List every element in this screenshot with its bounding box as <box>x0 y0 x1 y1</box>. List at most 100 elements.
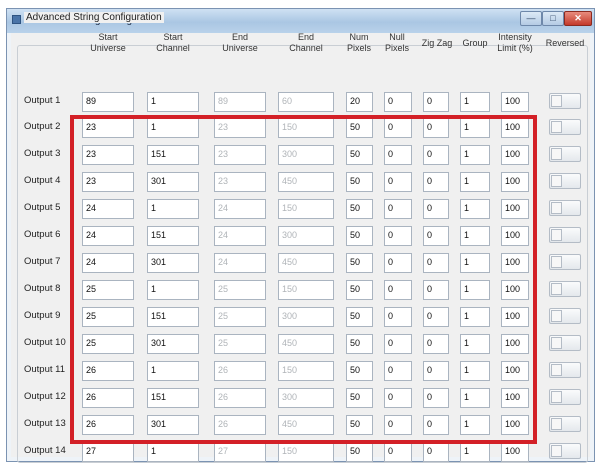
start-universe-field[interactable]: 26 <box>82 415 134 435</box>
end-channel-field[interactable]: 150 <box>278 442 334 462</box>
group-field[interactable]: 1 <box>460 172 490 192</box>
reversed-toggle[interactable] <box>549 119 581 135</box>
null-pixels-field[interactable]: 0 <box>384 199 412 219</box>
start-channel-field[interactable]: 151 <box>147 145 199 165</box>
group-field[interactable]: 1 <box>460 92 490 112</box>
zig-zag-field[interactable]: 0 <box>423 145 449 165</box>
group-field[interactable]: 1 <box>460 118 490 138</box>
intensity-limit-field[interactable]: 100 <box>501 388 529 408</box>
end-channel-field[interactable]: 450 <box>278 415 334 435</box>
start-channel-field[interactable]: 301 <box>147 415 199 435</box>
null-pixels-field[interactable]: 0 <box>384 415 412 435</box>
intensity-limit-field[interactable]: 100 <box>501 415 529 435</box>
zig-zag-field[interactable]: 0 <box>423 280 449 300</box>
start-channel-field[interactable]: 1 <box>147 361 199 381</box>
intensity-limit-field[interactable]: 100 <box>501 226 529 246</box>
null-pixels-field[interactable]: 0 <box>384 253 412 273</box>
zig-zag-field[interactable]: 0 <box>423 388 449 408</box>
num-pixels-field[interactable]: 50 <box>346 118 373 138</box>
group-field[interactable]: 1 <box>460 280 490 300</box>
reversed-toggle[interactable] <box>549 254 581 270</box>
reversed-toggle[interactable] <box>549 173 581 189</box>
end-channel-field[interactable]: 150 <box>278 280 334 300</box>
close-button[interactable]: ✕ <box>564 11 592 26</box>
group-field[interactable]: 1 <box>460 253 490 273</box>
intensity-limit-field[interactable]: 100 <box>501 442 529 462</box>
start-channel-field[interactable]: 301 <box>147 334 199 354</box>
end-universe-field[interactable]: 89 <box>214 92 266 112</box>
null-pixels-field[interactable]: 0 <box>384 361 412 381</box>
group-field[interactable]: 1 <box>460 199 490 219</box>
start-universe-field[interactable]: 24 <box>82 226 134 246</box>
reversed-toggle[interactable] <box>549 281 581 297</box>
end-channel-field[interactable]: 300 <box>278 226 334 246</box>
num-pixels-field[interactable]: 50 <box>346 145 373 165</box>
intensity-limit-field[interactable]: 100 <box>501 253 529 273</box>
num-pixels-field[interactable]: 50 <box>346 307 373 327</box>
end-universe-field[interactable]: 23 <box>214 145 266 165</box>
end-channel-field[interactable]: 300 <box>278 388 334 408</box>
zig-zag-field[interactable]: 0 <box>423 226 449 246</box>
null-pixels-field[interactable]: 0 <box>384 280 412 300</box>
reversed-toggle[interactable] <box>549 443 581 459</box>
intensity-limit-field[interactable]: 100 <box>501 334 529 354</box>
zig-zag-field[interactable]: 0 <box>423 118 449 138</box>
start-channel-field[interactable]: 151 <box>147 307 199 327</box>
start-channel-field[interactable]: 1 <box>147 280 199 300</box>
end-channel-field[interactable]: 150 <box>278 199 334 219</box>
start-universe-field[interactable]: 26 <box>82 361 134 381</box>
start-channel-field[interactable]: 1 <box>147 199 199 219</box>
start-channel-field[interactable]: 151 <box>147 388 199 408</box>
start-channel-field[interactable]: 1 <box>147 92 199 112</box>
null-pixels-field[interactable]: 0 <box>384 92 412 112</box>
num-pixels-field[interactable]: 50 <box>346 388 373 408</box>
end-universe-field[interactable]: 26 <box>214 388 266 408</box>
end-channel-field[interactable]: 300 <box>278 145 334 165</box>
end-universe-field[interactable]: 25 <box>214 307 266 327</box>
end-channel-field[interactable]: 60 <box>278 92 334 112</box>
group-field[interactable]: 1 <box>460 334 490 354</box>
reversed-toggle[interactable] <box>549 200 581 216</box>
minimize-button[interactable]: — <box>520 11 542 26</box>
end-universe-field[interactable]: 26 <box>214 361 266 381</box>
null-pixels-field[interactable]: 0 <box>384 334 412 354</box>
end-channel-field[interactable]: 450 <box>278 334 334 354</box>
group-field[interactable]: 1 <box>460 415 490 435</box>
end-universe-field[interactable]: 26 <box>214 415 266 435</box>
zig-zag-field[interactable]: 0 <box>423 334 449 354</box>
start-universe-field[interactable]: 89 <box>82 92 134 112</box>
start-universe-field[interactable]: 24 <box>82 199 134 219</box>
intensity-limit-field[interactable]: 100 <box>501 199 529 219</box>
zig-zag-field[interactable]: 0 <box>423 415 449 435</box>
num-pixels-field[interactable]: 50 <box>346 442 373 462</box>
num-pixels-field[interactable]: 50 <box>346 172 373 192</box>
start-universe-field[interactable]: 25 <box>82 280 134 300</box>
reversed-toggle[interactable] <box>549 389 581 405</box>
start-universe-field[interactable]: 27 <box>82 442 134 462</box>
null-pixels-field[interactable]: 0 <box>384 172 412 192</box>
reversed-toggle[interactable] <box>549 227 581 243</box>
num-pixels-field[interactable]: 50 <box>346 226 373 246</box>
num-pixels-field[interactable]: 50 <box>346 199 373 219</box>
end-channel-field[interactable]: 450 <box>278 172 334 192</box>
num-pixels-field[interactable]: 50 <box>346 334 373 354</box>
reversed-toggle[interactable] <box>549 416 581 432</box>
intensity-limit-field[interactable]: 100 <box>501 92 529 112</box>
zig-zag-field[interactable]: 0 <box>423 442 449 462</box>
null-pixels-field[interactable]: 0 <box>384 442 412 462</box>
intensity-limit-field[interactable]: 100 <box>501 361 529 381</box>
num-pixels-field[interactable]: 50 <box>346 361 373 381</box>
num-pixels-field[interactable]: 20 <box>346 92 373 112</box>
zig-zag-field[interactable]: 0 <box>423 92 449 112</box>
intensity-limit-field[interactable]: 100 <box>501 172 529 192</box>
intensity-limit-field[interactable]: 100 <box>501 280 529 300</box>
start-universe-field[interactable]: 25 <box>82 307 134 327</box>
end-channel-field[interactable]: 150 <box>278 361 334 381</box>
zig-zag-field[interactable]: 0 <box>423 307 449 327</box>
start-channel-field[interactable]: 1 <box>147 118 199 138</box>
zig-zag-field[interactable]: 0 <box>423 361 449 381</box>
start-universe-field[interactable]: 23 <box>82 172 134 192</box>
group-field[interactable]: 1 <box>460 361 490 381</box>
end-universe-field[interactable]: 23 <box>214 118 266 138</box>
zig-zag-field[interactable]: 0 <box>423 199 449 219</box>
